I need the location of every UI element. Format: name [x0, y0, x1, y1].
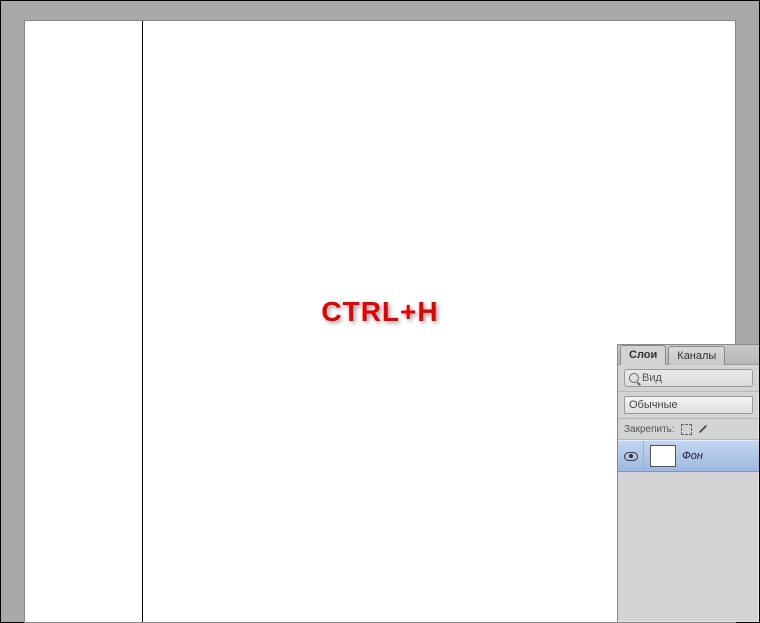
eye-icon [624, 452, 638, 461]
tab-channels[interactable]: Каналы [668, 346, 725, 365]
guide-line [142, 21, 143, 622]
lock-pixels-icon[interactable] [698, 423, 710, 435]
layer-thumbnail[interactable] [650, 445, 676, 467]
tab-layers[interactable]: Слои [620, 345, 666, 365]
blend-mode-row: Обычные [618, 392, 759, 419]
blend-mode-select[interactable]: Обычные [624, 396, 753, 414]
layer-filter-row: Вид [618, 365, 759, 392]
layers-panel: Слои Каналы Вид Обычные Закрепить: Фон [617, 344, 759, 622]
search-icon [629, 373, 639, 383]
layer-filter-select[interactable]: Вид [624, 369, 753, 387]
layers-list: Фон [618, 440, 759, 472]
shortcut-overlay-text: CTRL+H [321, 296, 438, 328]
layer-item[interactable]: Фон [618, 440, 759, 472]
panel-tabs: Слои Каналы [618, 345, 759, 365]
lock-row: Закрепить: [618, 419, 759, 440]
lock-transparency-icon[interactable] [681, 424, 692, 435]
layer-filter-label: Вид [642, 372, 662, 384]
lock-label: Закрепить: [624, 424, 675, 435]
layer-name[interactable]: Фон [682, 450, 703, 462]
layer-visibility-toggle[interactable] [618, 441, 644, 471]
